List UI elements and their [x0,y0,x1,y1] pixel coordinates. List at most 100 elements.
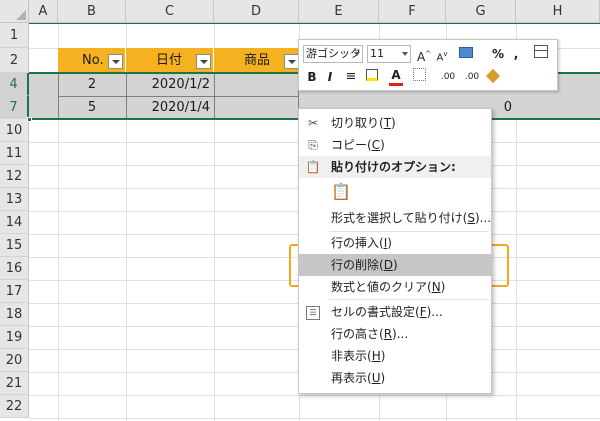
row-header-19[interactable]: 19 [0,326,29,349]
row-header-21[interactable]: 21 [0,372,29,395]
header-green-underline [29,23,600,24]
menu-label: 行の挿入( [331,236,384,250]
shrink-font-button[interactable]: Av [435,45,449,63]
menu-label: 行の削除( [331,258,384,272]
table-header-no[interactable]: No. [58,48,126,73]
row-header-11[interactable]: 11 [0,142,29,165]
grow-font-button[interactable]: A^ [417,45,431,64]
menu-label-end: ) [392,258,398,272]
increase-decimal-button[interactable]: .00 [437,68,459,86]
row-header-18[interactable]: 18 [0,303,29,326]
menu-label: 再表示( [331,371,372,385]
menu-label: 非表示( [331,349,372,363]
menu-label-end: )... [474,211,492,225]
table-grid-icon [534,45,548,58]
accounting-format-button[interactable] [455,45,477,63]
paste-option-button[interactable]: 📋 [299,179,491,207]
bold-button[interactable]: B [305,68,319,86]
row-header-17[interactable]: 17 [0,280,29,303]
menu-item-format-cells[interactable]: ☰ セルの書式設定(F)... [299,301,491,323]
italic-button[interactable]: I [323,68,337,86]
menu-label: セルの書式設定( [331,305,420,319]
column-header-h[interactable]: H [516,0,600,23]
font-size-box[interactable]: 11 [367,45,411,63]
paint-bucket-icon [366,69,378,81]
menu-label: 数式と値のクリア( [331,280,432,294]
paintbrush-icon [485,68,501,84]
filter-dropdown-icon[interactable] [108,54,123,69]
align-center-icon: ≡ [345,69,357,84]
column-header-c[interactable]: C [126,0,214,23]
menu-item-row-height[interactable]: 行の高さ(R)... [299,323,491,345]
font-name-value: 游ゴシック [306,47,361,60]
filter-dropdown-icon[interactable] [284,54,299,69]
menu-label-end: ) [380,349,386,363]
column-header-a[interactable]: A [29,0,58,23]
fill-handle[interactable] [27,117,32,122]
menu-label: コピー( [331,138,372,152]
menu-item-hide[interactable]: 非表示(H) [299,345,491,367]
fill-color-button[interactable] [363,68,381,86]
scissors-icon: ✂ [307,116,319,130]
table-header-product[interactable]: 商品 [214,48,299,73]
format-table-button[interactable] [533,45,549,63]
column-header-b[interactable]: B [58,0,126,23]
menu-label-end: ) [391,116,396,130]
row-header-20[interactable]: 20 [0,349,29,372]
column-header-f[interactable]: F [379,0,446,23]
menu-label-end: )... [392,327,409,341]
row-header-12[interactable]: 12 [0,165,29,188]
menu-item-cut[interactable]: ✂ 切り取り(T) [299,112,491,134]
menu-item-delete-row[interactable]: 行の削除(D) [299,254,491,276]
font-color-button[interactable]: A [389,68,403,86]
chevron-down-icon [354,52,360,56]
menu-label-end: ) [380,138,385,152]
table-header-date[interactable]: 日付 [126,48,214,73]
font-name-box[interactable]: 游ゴシック [303,45,363,63]
select-all-corner[interactable] [0,0,29,23]
percent-button[interactable]: % [491,45,505,63]
row-header-1[interactable]: 1 [0,23,29,48]
accelerator-key: C [371,138,381,152]
accelerator-key: H [371,349,381,363]
gridline [29,418,600,419]
align-center-button[interactable]: ≡ [343,68,359,86]
accelerator-key: N [431,280,441,294]
menu-separator [329,299,489,300]
borders-button[interactable] [411,68,427,86]
decrease-decimal-button[interactable]: .00 [461,68,483,86]
row-header-22[interactable]: 22 [0,395,29,418]
menu-label-end: ) [387,236,392,250]
row-header-16[interactable]: 16 [0,257,29,280]
font-size-value: 11 [370,47,384,60]
filter-dropdown-icon[interactable] [196,54,211,69]
comma-button[interactable]: , [511,45,521,63]
column-header-e[interactable]: E [299,0,379,23]
copy-icon: ⎘ [308,138,318,152]
column-header-d[interactable]: D [214,0,299,23]
column-header-g[interactable]: G [446,0,516,23]
row-header-15[interactable]: 15 [0,234,29,257]
menu-item-insert-row[interactable]: 行の挿入(I) [299,232,491,254]
accelerator-key: D [383,258,393,272]
menu-item-paste-special[interactable]: 形式を選択して貼り付け(S)... [299,207,491,229]
accounting-icon [459,47,473,58]
clipboard-icon: 📋 [305,160,321,174]
decrease-decimal-icon: .00 [464,72,480,82]
row-header-4[interactable]: 4 [0,73,29,96]
row-header-7[interactable]: 7 [0,96,29,119]
menu-label-end: )... [426,305,443,319]
border-icon [412,68,426,81]
grow-font-icon: A [417,50,426,64]
paste-options-label: 貼り付けのオプション: [331,160,456,174]
menu-item-unhide[interactable]: 再表示(U) [299,367,491,389]
mini-toolbar: 游ゴシック 11 A^ Av % , B I ≡ A .00 .00 [298,39,558,91]
row-header-2[interactable]: 2 [0,48,29,73]
chevron-down-icon [402,52,408,56]
row-header-14[interactable]: 14 [0,211,29,234]
menu-item-copy[interactable]: ⎘ コピー(C) [299,134,491,156]
row-header-13[interactable]: 13 [0,188,29,211]
menu-item-clear-contents[interactable]: 数式と値のクリア(N) [299,276,491,298]
row-header-10[interactable]: 10 [0,119,29,142]
format-painter-button[interactable] [485,68,501,86]
